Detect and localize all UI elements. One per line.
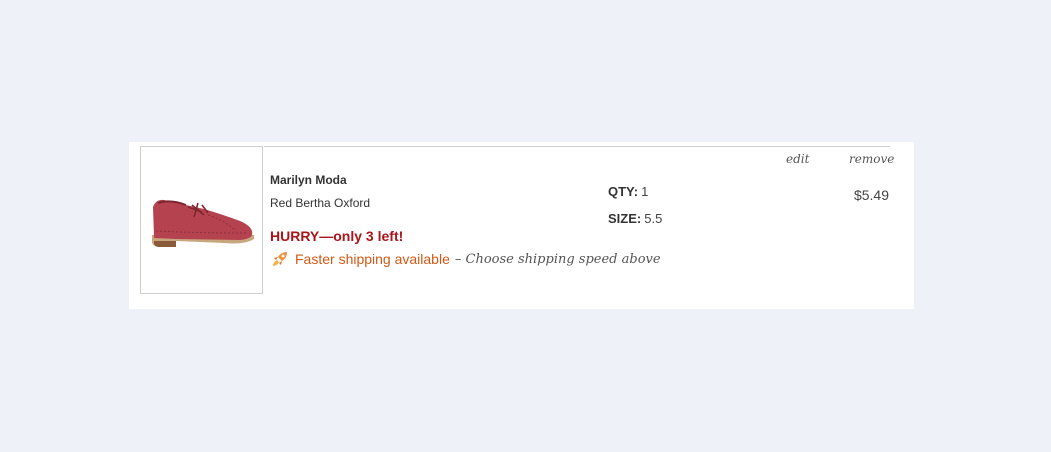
quantity: QTY: 1 <box>608 184 648 199</box>
size-label: SIZE: <box>608 211 642 226</box>
size-value: 5.5 <box>644 211 663 226</box>
size: SIZE: 5.5 <box>608 211 662 226</box>
qty-label: QTY: <box>608 184 639 199</box>
qty-value: 1 <box>641 184 649 199</box>
shipping-info: Faster shipping available – Choose shipp… <box>271 250 661 268</box>
faster-shipping-link[interactable]: Faster shipping available <box>295 251 450 267</box>
cart-item-card: Marilyn Moda Red Bertha Oxford HURRY—onl… <box>129 142 914 309</box>
stock-warning: HURRY—only 3 left! <box>270 228 404 244</box>
divider <box>264 146 890 147</box>
remove-link[interactable]: remove <box>849 152 894 166</box>
edit-link[interactable]: edit <box>786 152 809 166</box>
shipping-note: – Choose shipping speed above <box>454 251 661 267</box>
item-price: $5.49 <box>853 187 889 203</box>
rocket-icon <box>273 252 287 266</box>
product-name[interactable]: Red Bertha Oxford <box>270 196 370 210</box>
shoe-image <box>151 199 254 247</box>
product-image[interactable] <box>140 146 263 294</box>
brand-name[interactable]: Marilyn Moda <box>270 173 347 187</box>
